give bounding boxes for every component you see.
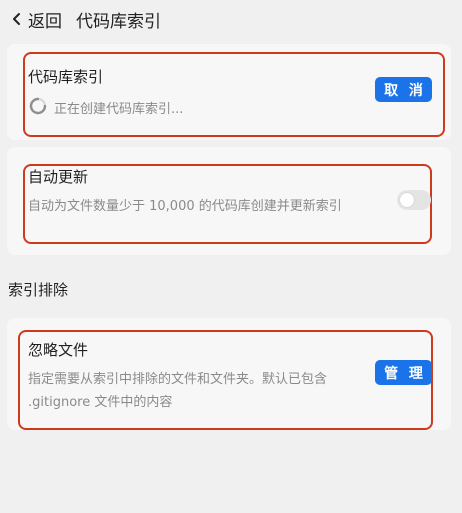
back-link[interactable]: 返回 xyxy=(28,7,62,32)
toggle-knob xyxy=(400,193,414,207)
cancel-button[interactable]: 取 消 xyxy=(375,77,432,102)
section-label-index-exclusion: 索引排除 xyxy=(8,281,69,299)
index-status-text: 正在创建代码库索引... xyxy=(54,102,184,117)
loading-spinner-icon xyxy=(29,97,47,115)
auto-update-description: 自动为文件数量少于 10,000 的代码库创建并更新索引 xyxy=(28,199,342,214)
manage-button[interactable]: 管 理 xyxy=(375,360,432,385)
ignore-files-title: 忽略文件 xyxy=(28,341,89,359)
page-title: 代码库索引 xyxy=(76,11,161,32)
chevron-left-icon[interactable] xyxy=(8,10,26,28)
auto-update-toggle[interactable] xyxy=(397,190,431,210)
page-header: 返回 代码库索引 xyxy=(8,6,161,32)
index-card-title: 代码库索引 xyxy=(28,68,104,86)
ignore-files-description: 指定需要从索引中排除的文件和文件夹。默认已包含 .gitignore 文件中的内… xyxy=(28,372,328,410)
auto-update-title: 自动更新 xyxy=(28,168,89,186)
